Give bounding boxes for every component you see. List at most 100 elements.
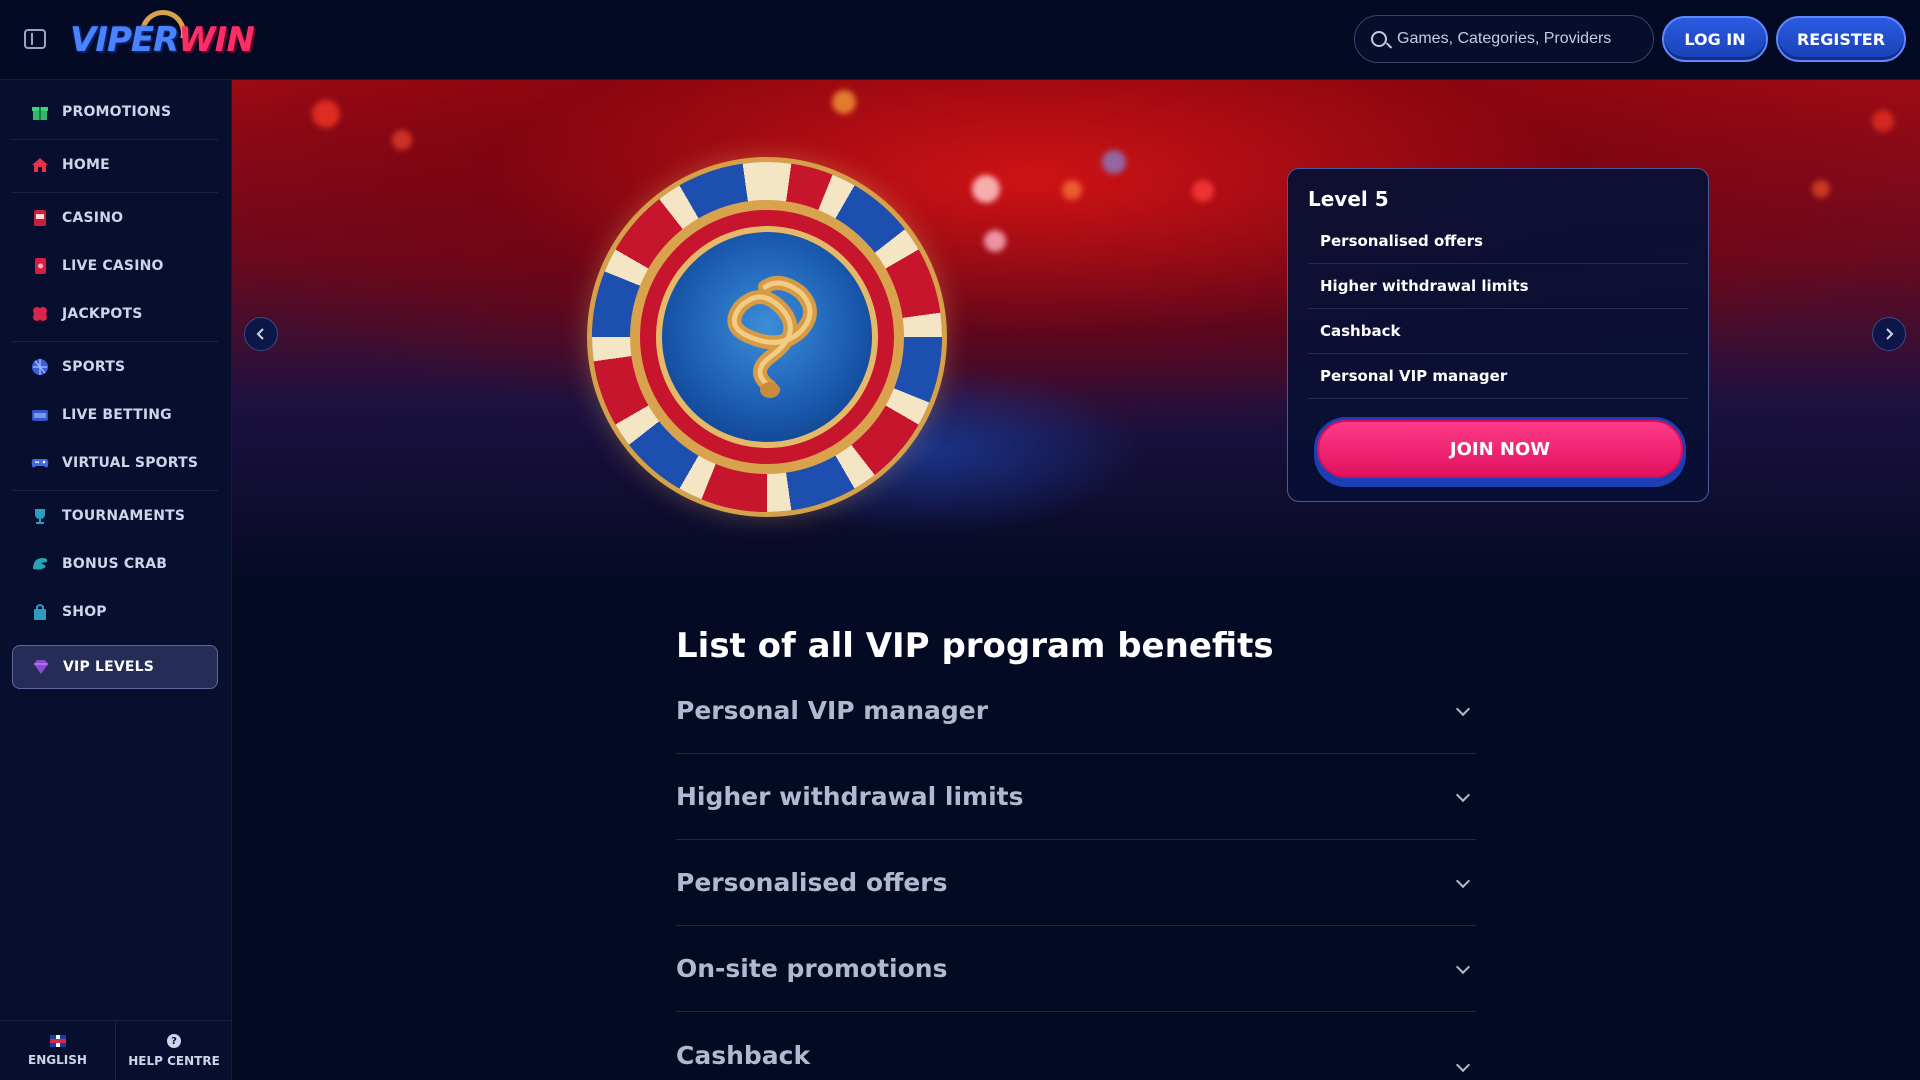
accordion-label: Personal VIP manager	[676, 696, 989, 725]
hero-banner: Level 5 Personalised offers Higher withd…	[232, 80, 1920, 580]
level-card: Level 5 Personalised offers Higher withd…	[1287, 168, 1709, 502]
carousel-next-button[interactable]	[1872, 317, 1906, 351]
clover-icon	[30, 304, 50, 324]
bokeh-light	[972, 175, 1000, 203]
header: VIPERWIN LOG IN REGISTER	[0, 0, 1920, 80]
help-centre-link[interactable]: ? HELP CENTRE	[116, 1021, 232, 1080]
chevron-down-icon	[1455, 787, 1471, 802]
sidebar-item-vip-levels[interactable]: VIP LEVELS	[12, 645, 218, 689]
bokeh-light	[832, 90, 856, 114]
sidebar-item-label: LIVE CASINO	[62, 258, 164, 274]
chevron-down-icon	[1455, 959, 1471, 974]
gamepad-icon	[30, 453, 50, 473]
diamond-icon	[31, 657, 51, 677]
logo-viper-text: VIPER	[70, 20, 179, 60]
bokeh-light	[1192, 180, 1214, 202]
sidebar-item-label: VIP LEVELS	[63, 659, 155, 675]
logo-win-text: WIN	[178, 20, 255, 60]
sidebar-item-label: CASINO	[62, 210, 124, 226]
sidebar-item-promotions[interactable]: PROMOTIONS	[12, 90, 218, 134]
divider	[12, 192, 218, 193]
cards-icon	[30, 256, 50, 276]
sidebar-item-virtual-sports[interactable]: VIRTUAL SPORTS	[12, 441, 218, 485]
question-icon: ?	[167, 1034, 181, 1048]
bokeh-light	[1102, 150, 1126, 174]
sidebar-toggle-icon[interactable]	[24, 29, 46, 49]
chevron-down-icon	[1455, 1057, 1471, 1073]
chevron-left-icon	[256, 328, 264, 340]
divider	[12, 341, 218, 342]
home-icon	[30, 155, 50, 175]
bokeh-light	[392, 130, 412, 150]
bokeh-light	[984, 230, 1006, 252]
accordion-label: On-site promotions	[676, 954, 948, 983]
sidebar: PROMOTIONS HOME CASINO LIVE CASINO JACKP…	[0, 80, 232, 1080]
join-now-button[interactable]: JOIN NOW	[1314, 417, 1686, 481]
sidebar-item-sports[interactable]: SPORTS	[12, 345, 218, 389]
level-title: Level 5	[1308, 187, 1389, 211]
accordion-item[interactable]: Personal VIP manager	[676, 668, 1476, 754]
search-box[interactable]	[1354, 15, 1654, 63]
accordion-item[interactable]: Personalised offers	[676, 840, 1476, 926]
trophy-icon	[30, 506, 50, 526]
accordion-item[interactable]: Higher withdrawal limits	[676, 754, 1476, 840]
uk-flag-icon	[49, 1035, 66, 1047]
benefit-item: Higher withdrawal limits	[1308, 264, 1688, 309]
logo-text: VIPERWIN	[70, 20, 255, 60]
accordion-label: Cashback	[676, 1041, 811, 1070]
sidebar-item-label: LIVE BETTING	[62, 407, 172, 423]
benefit-item: Personalised offers	[1308, 219, 1688, 264]
slot-machine-icon	[30, 208, 50, 228]
sidebar-item-label: TOURNAMENTS	[62, 508, 186, 524]
snake-icon	[727, 276, 817, 398]
sidebar-item-jackpots[interactable]: JACKPOTS	[12, 292, 218, 336]
chevron-down-icon	[1455, 873, 1471, 888]
divider	[12, 139, 218, 140]
logo[interactable]: VIPERWIN	[70, 1, 260, 68]
sidebar-item-label: SPORTS	[62, 359, 126, 375]
bokeh-light	[1812, 180, 1830, 198]
register-button[interactable]: REGISTER	[1776, 16, 1906, 62]
crab-claw-icon	[30, 554, 50, 574]
chevron-down-icon	[1455, 701, 1471, 716]
live-icon	[30, 405, 50, 425]
sidebar-item-label: SHOP	[62, 604, 107, 620]
sidebar-item-live-betting[interactable]: LIVE BETTING	[12, 393, 218, 437]
vip-chip-image	[592, 162, 942, 512]
search-input[interactable]	[1397, 30, 1647, 48]
divider	[12, 490, 218, 491]
sidebar-item-label: JACKPOTS	[62, 306, 143, 322]
sidebar-item-shop[interactable]: SHOP	[12, 590, 218, 634]
accordion-label: Personalised offers	[676, 868, 948, 897]
help-label: HELP CENTRE	[128, 1054, 220, 1068]
sidebar-item-casino[interactable]: CASINO	[12, 196, 218, 240]
bokeh-light	[312, 100, 340, 128]
bokeh-light	[1872, 110, 1894, 132]
bag-icon	[30, 602, 50, 622]
search-icon	[1371, 31, 1387, 47]
sidebar-item-label: PROMOTIONS	[62, 104, 172, 120]
accordion-item[interactable]: On-site promotions	[676, 926, 1476, 1012]
login-button[interactable]: LOG IN	[1662, 16, 1768, 62]
page-title: List of all VIP program benefits	[676, 626, 1274, 666]
sidebar-item-label: VIRTUAL SPORTS	[62, 455, 199, 471]
language-selector[interactable]: ENGLISH	[0, 1021, 116, 1080]
ball-icon	[30, 357, 50, 377]
accordion-item[interactable]: Cashback	[676, 1012, 1476, 1080]
sidebar-item-home[interactable]: HOME	[12, 143, 218, 187]
bokeh-light	[1062, 180, 1082, 200]
chevron-right-icon	[1886, 328, 1894, 340]
sidebar-footer: ENGLISH ? HELP CENTRE	[0, 1020, 232, 1080]
sidebar-item-live-casino[interactable]: LIVE CASINO	[12, 244, 218, 288]
language-label: ENGLISH	[28, 1053, 87, 1067]
carousel-prev-button[interactable]	[244, 317, 278, 351]
sidebar-item-label: BONUS CRAB	[62, 556, 168, 572]
sidebar-item-bonus-crab[interactable]: BONUS CRAB	[12, 542, 218, 586]
benefit-item: Personal VIP manager	[1308, 354, 1688, 399]
sidebar-item-tournaments[interactable]: TOURNAMENTS	[12, 494, 218, 538]
accordion-label: Higher withdrawal limits	[676, 782, 1024, 811]
chip-center	[656, 226, 878, 448]
chip-ring	[630, 200, 904, 474]
gift-icon	[30, 102, 50, 122]
sidebar-item-label: HOME	[62, 157, 110, 173]
